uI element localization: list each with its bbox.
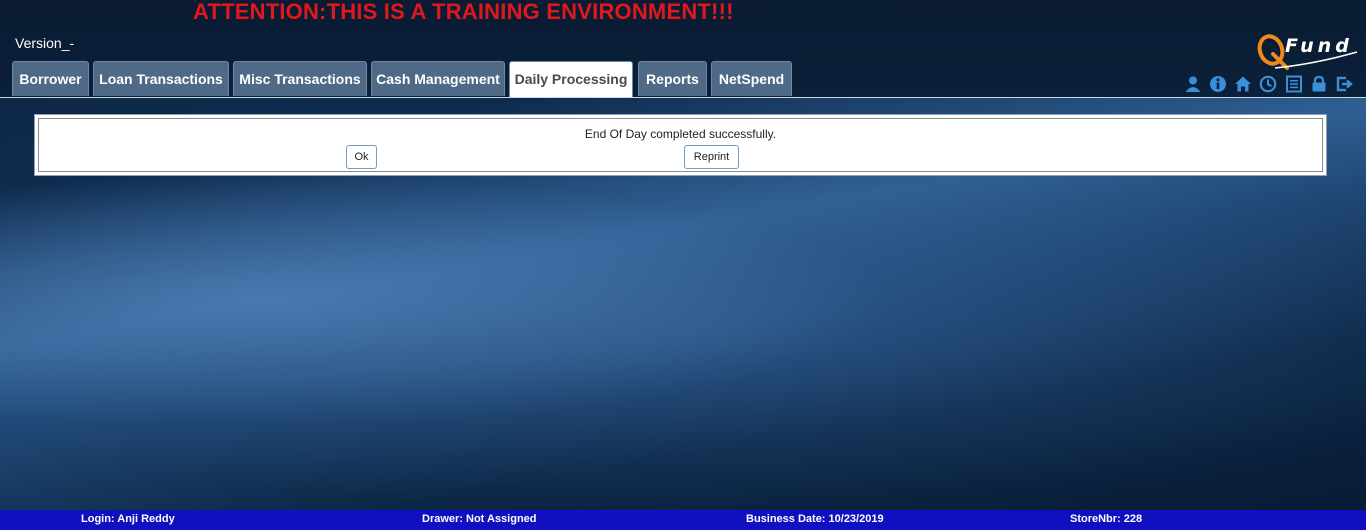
- ok-button[interactable]: Ok: [346, 145, 377, 169]
- footer-business-date: Business Date: 10/23/2019: [746, 513, 884, 525]
- clock-icon[interactable]: [1259, 75, 1277, 93]
- tab-netspend[interactable]: NetSpend: [711, 61, 792, 96]
- user-icon[interactable]: [1184, 75, 1202, 93]
- reprint-button[interactable]: Reprint: [684, 145, 739, 169]
- header-divider: [0, 97, 1366, 98]
- tab-cash-management[interactable]: Cash Management: [371, 61, 505, 96]
- tab-borrower[interactable]: Borrower: [12, 61, 89, 96]
- status-footer: Login: Anji Reddy Drawer: Not Assigned B…: [0, 510, 1366, 530]
- info-icon[interactable]: [1209, 75, 1227, 93]
- tab-daily-processing[interactable]: Daily Processing: [509, 61, 633, 98]
- end-of-day-panel: End Of Day completed successfully. Ok Re…: [34, 114, 1327, 176]
- app-header: ATTENTION:THIS IS A TRAINING ENVIRONMENT…: [0, 0, 1366, 98]
- footer-login: Login: Anji Reddy: [81, 513, 175, 525]
- logout-icon[interactable]: [1335, 75, 1353, 93]
- tab-loan-transactions[interactable]: Loan Transactions: [93, 61, 229, 96]
- list-icon[interactable]: [1285, 75, 1303, 93]
- footer-store-number: StoreNbr: 228: [1070, 513, 1143, 525]
- qfund-logo: Fund: [1255, 30, 1359, 72]
- tab-reports[interactable]: Reports: [638, 61, 707, 96]
- version-label: Version_-: [15, 35, 75, 51]
- logo-text: Fund: [1285, 35, 1353, 57]
- lock-icon[interactable]: [1310, 75, 1328, 93]
- tab-misc-transactions[interactable]: Misc Transactions: [233, 61, 367, 96]
- status-message: End Of Day completed successfully.: [584, 127, 777, 141]
- panel-inner-border: End Of Day completed successfully. Ok Re…: [38, 118, 1323, 172]
- training-banner: ATTENTION:THIS IS A TRAINING ENVIRONMENT…: [193, 0, 734, 24]
- footer-drawer: Drawer: Not Assigned: [422, 513, 537, 525]
- home-icon[interactable]: [1234, 75, 1252, 93]
